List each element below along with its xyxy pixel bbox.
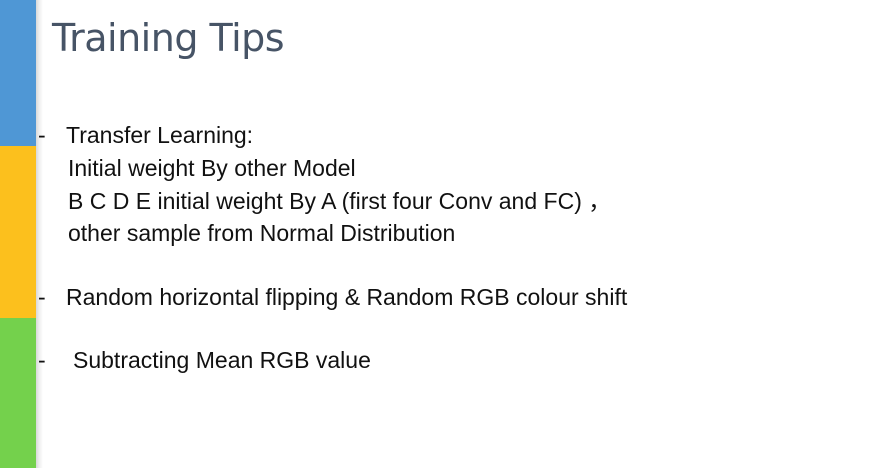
sidebar-shadow [36, 0, 43, 468]
bullet-detail-line: other sample from Normal Distribution [68, 220, 456, 246]
sidebar-blue-segment [0, 0, 36, 146]
bullet-marker: - [38, 347, 46, 373]
sidebar-yellow-segment [0, 146, 36, 318]
bullet-marker: - [38, 284, 46, 310]
bullet-heading: Subtracting Mean RGB value [73, 347, 371, 373]
slide-title: Training Tips [52, 16, 285, 60]
bullet-marker: - [38, 122, 46, 148]
bullet-detail-line: Initial weight By other Model [68, 155, 356, 181]
slide-accent-sidebar [0, 0, 36, 468]
bullet-heading: Transfer Learning: [66, 122, 254, 148]
bullet-heading: Random horizontal flipping & Random RGB … [66, 284, 628, 310]
sidebar-green-segment [0, 318, 36, 468]
bullet-detail-line: B C D E initial weight By A (first four … [68, 188, 612, 214]
